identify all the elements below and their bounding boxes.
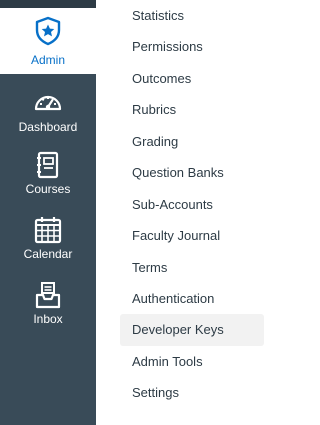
nav-top-strip [0,0,96,8]
nav-label-inbox: Inbox [33,312,63,326]
menu-item-permissions[interactable]: Permissions [120,31,264,63]
courses-icon [37,151,59,179]
menu-item-terms[interactable]: Terms [120,252,264,284]
menu-item-authentication[interactable]: Authentication [120,283,264,315]
menu-item-outcomes[interactable]: Outcomes [120,63,264,95]
inbox-icon [35,282,61,309]
dashboard-icon [34,95,62,111]
menu-item-rubrics[interactable]: Rubrics [120,94,264,126]
nav-label-courses: Courses [25,182,71,196]
nav-item-dashboard[interactable]: Dashboard [0,88,96,152]
menu-item-grading[interactable]: Grading [120,126,264,158]
menu-item-developer-keys[interactable]: Developer Keys [120,314,264,346]
admin-shield-icon [35,16,61,46]
nav-label-admin: Admin [30,53,65,67]
menu-item-admin-tools[interactable]: Admin Tools [120,346,264,378]
menu-item-sub-accounts[interactable]: Sub-Accounts [120,189,264,221]
nav-item-admin[interactable]: Admin [0,8,96,74]
menu-item-question-banks[interactable]: Question Banks [120,157,264,189]
menu-item-faculty-journal[interactable]: Faculty Journal [120,220,264,252]
nav-item-courses[interactable]: Courses [0,150,96,214]
calendar-icon [34,217,62,244]
nav-label-calendar: Calendar [23,247,73,261]
nav-item-inbox[interactable]: Inbox [0,280,96,344]
nav-label-dashboard: Dashboard [18,120,78,134]
menu-item-statistics[interactable]: Statistics [120,0,264,32]
global-navigation: Admin Dashboard Courses Calendar Inbox [0,0,96,425]
nav-item-calendar[interactable]: Calendar [0,215,96,279]
menu-item-settings[interactable]: Settings [120,377,264,409]
